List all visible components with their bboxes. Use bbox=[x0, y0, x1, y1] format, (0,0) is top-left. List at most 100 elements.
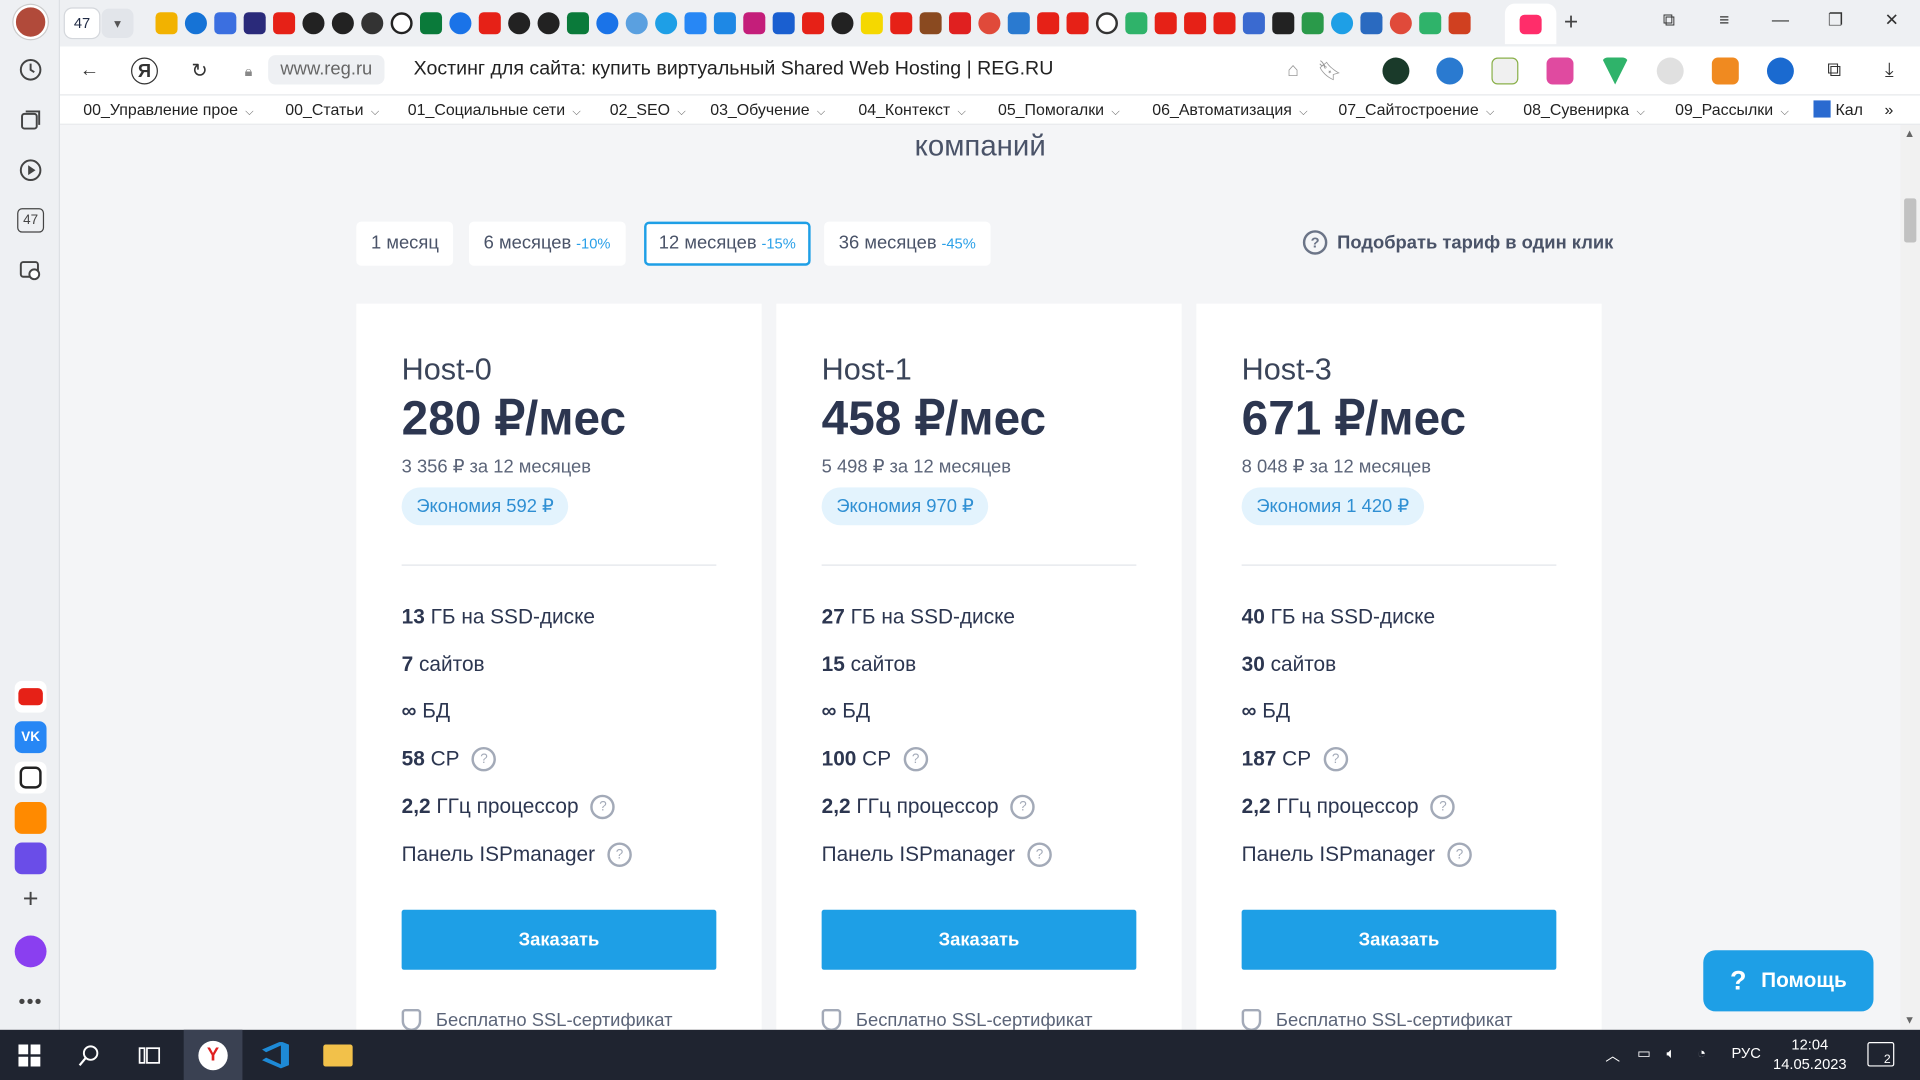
bookmark-folder[interactable]: 00_Управление прое ⌵ bbox=[83, 100, 253, 118]
tab-favicon[interactable] bbox=[420, 12, 443, 35]
help-icon[interactable]: ? bbox=[1447, 842, 1472, 867]
bookmark-calendar[interactable]: Кал bbox=[1813, 100, 1863, 119]
tabs-count-icon[interactable]: 47 bbox=[15, 204, 47, 236]
metamask-icon[interactable] bbox=[1711, 57, 1739, 85]
tab-favicon[interactable] bbox=[1184, 12, 1207, 35]
tab-favicon[interactable] bbox=[449, 12, 472, 35]
vue-icon[interactable] bbox=[1601, 57, 1629, 85]
tab-favicon[interactable] bbox=[566, 12, 589, 35]
tab-favicon[interactable] bbox=[1007, 12, 1030, 35]
instagram-icon[interactable] bbox=[14, 761, 47, 794]
period-1-month[interactable]: 1 месяц bbox=[356, 221, 454, 266]
help-icon[interactable]: ? bbox=[590, 794, 616, 820]
vscode-taskbar-icon[interactable] bbox=[246, 1030, 305, 1080]
battery-icon[interactable]: ▭ bbox=[1637, 1044, 1651, 1061]
help-icon[interactable]: ? bbox=[471, 746, 497, 772]
tab-favicon[interactable] bbox=[214, 12, 237, 35]
bookmark-folder[interactable]: 04_Контекст ⌵ bbox=[858, 100, 966, 118]
tab-favicon[interactable] bbox=[713, 12, 736, 35]
bookmark-folder[interactable]: 03_Обучение ⌵ bbox=[710, 100, 825, 118]
file-explorer-taskbar-icon[interactable] bbox=[309, 1030, 368, 1080]
reload-icon[interactable]: ↻ bbox=[185, 56, 214, 85]
collections-icon[interactable] bbox=[15, 104, 47, 136]
bookmark-icon[interactable]: 🔖︎ bbox=[1315, 56, 1344, 85]
tab-favicon[interactable] bbox=[919, 12, 942, 35]
reader-icon[interactable]: ⌂ bbox=[1278, 56, 1307, 85]
scroll-up-icon[interactable]: ▲ bbox=[1904, 127, 1915, 139]
new-tab-icon[interactable]: + bbox=[1556, 9, 1585, 38]
help-icon[interactable]: ? bbox=[1010, 794, 1036, 820]
window-tabs-icon[interactable]: ⧉ bbox=[1654, 10, 1683, 31]
volume-icon[interactable]: 🔈︎ bbox=[1667, 1044, 1676, 1062]
media-play-icon[interactable] bbox=[15, 154, 47, 186]
order-button[interactable]: Заказать bbox=[401, 909, 717, 970]
clock[interactable]: 12:04 14.05.2023 bbox=[1761, 1035, 1859, 1074]
tab-favicon[interactable] bbox=[1331, 12, 1354, 35]
period-36-months[interactable]: 36 месяцев -45% bbox=[824, 221, 991, 266]
more-bookmarks-icon[interactable]: » bbox=[1885, 100, 1894, 118]
bookmark-folder[interactable]: 05_Помогалки ⌵ bbox=[998, 100, 1120, 118]
period-12-months[interactable]: 12 месяцев -15% bbox=[644, 221, 811, 266]
tab-counter[interactable]: 47 bbox=[64, 8, 100, 38]
tab-favicon[interactable] bbox=[1448, 12, 1471, 35]
minimize-icon[interactable]: — bbox=[1766, 10, 1795, 30]
tab-favicon[interactable] bbox=[155, 12, 178, 35]
tab-favicon[interactable] bbox=[860, 12, 883, 35]
tab-favicon[interactable] bbox=[890, 12, 913, 35]
tab-favicon[interactable] bbox=[1389, 12, 1412, 35]
tab-favicon[interactable] bbox=[1095, 12, 1118, 35]
messenger-icon[interactable] bbox=[14, 842, 47, 875]
vk-icon[interactable]: VK bbox=[14, 721, 47, 754]
tab-favicon[interactable] bbox=[948, 12, 972, 35]
tab-favicon[interactable] bbox=[831, 12, 854, 35]
help-icon[interactable]: ? bbox=[1323, 746, 1348, 772]
extension-icon[interactable] bbox=[1546, 57, 1574, 85]
add-panel-icon[interactable]: + bbox=[15, 883, 47, 915]
bookmark-folder[interactable]: 01_Социальные сети ⌵ bbox=[408, 100, 581, 118]
extension-icon[interactable] bbox=[1766, 57, 1794, 85]
tab-favicon[interactable] bbox=[1213, 12, 1236, 35]
tab-favicon[interactable] bbox=[802, 12, 825, 35]
yandex-browser-taskbar-icon[interactable]: Y bbox=[183, 1029, 243, 1080]
help-icon[interactable]: ? bbox=[1430, 794, 1456, 820]
tab-favicon[interactable] bbox=[1360, 12, 1383, 35]
scroll-down-icon[interactable]: ▼ bbox=[1904, 1014, 1915, 1026]
extension-icon[interactable] bbox=[1491, 57, 1519, 85]
active-tab[interactable] bbox=[1504, 3, 1557, 45]
more-icon[interactable]: ••• bbox=[15, 987, 47, 1019]
tab-favicon[interactable] bbox=[1272, 12, 1295, 35]
tab-favicon[interactable] bbox=[361, 12, 384, 35]
help-chat-button[interactable]: ? Помощь bbox=[1703, 950, 1874, 1012]
tab-favicon[interactable] bbox=[743, 12, 766, 35]
menu-icon[interactable]: ≡ bbox=[1709, 10, 1738, 30]
tab-favicon[interactable] bbox=[1154, 12, 1177, 35]
tab-favicon[interactable] bbox=[1066, 12, 1089, 35]
order-button[interactable]: Заказать bbox=[821, 909, 1137, 970]
tab-favicon[interactable] bbox=[184, 12, 207, 35]
restore-icon[interactable]: ❐ bbox=[1821, 10, 1850, 31]
order-button[interactable]: Заказать bbox=[1241, 909, 1557, 970]
tab-favicon[interactable] bbox=[390, 12, 413, 35]
language-indicator[interactable]: РУС bbox=[1731, 1044, 1760, 1061]
tray-chevron-icon[interactable]: ︿ bbox=[1605, 1044, 1620, 1065]
tab-favicon[interactable] bbox=[625, 12, 648, 35]
profile-avatar[interactable] bbox=[13, 4, 48, 40]
tab-favicon[interactable] bbox=[684, 12, 707, 35]
pick-tariff-link[interactable]: ? Подобрать тариф в один клик bbox=[1302, 230, 1613, 255]
tab-favicon[interactable] bbox=[508, 12, 531, 35]
tab-favicon[interactable] bbox=[1125, 12, 1148, 35]
tab-favicon[interactable] bbox=[478, 12, 501, 35]
extension-icon[interactable] bbox=[1656, 57, 1684, 85]
help-icon[interactable]: ? bbox=[1027, 842, 1052, 867]
bookmark-folder[interactable]: 00_Статьи ⌵ bbox=[285, 100, 379, 118]
bookmark-folder[interactable]: 06_Автоматизация ⌵ bbox=[1152, 100, 1307, 118]
tab-favicon[interactable] bbox=[655, 12, 678, 35]
tab-favicon[interactable] bbox=[1037, 12, 1060, 35]
tab-favicon[interactable] bbox=[1419, 12, 1442, 35]
tab-favicon[interactable] bbox=[273, 12, 296, 35]
notifications-icon[interactable]: 2 bbox=[1867, 1042, 1895, 1067]
period-6-months[interactable]: 6 месяцев -10% bbox=[468, 221, 626, 266]
close-icon[interactable]: ✕ bbox=[1877, 10, 1906, 31]
tab-list-chevron-icon[interactable]: ▾ bbox=[101, 8, 134, 38]
tab-favicon[interactable] bbox=[772, 12, 795, 35]
